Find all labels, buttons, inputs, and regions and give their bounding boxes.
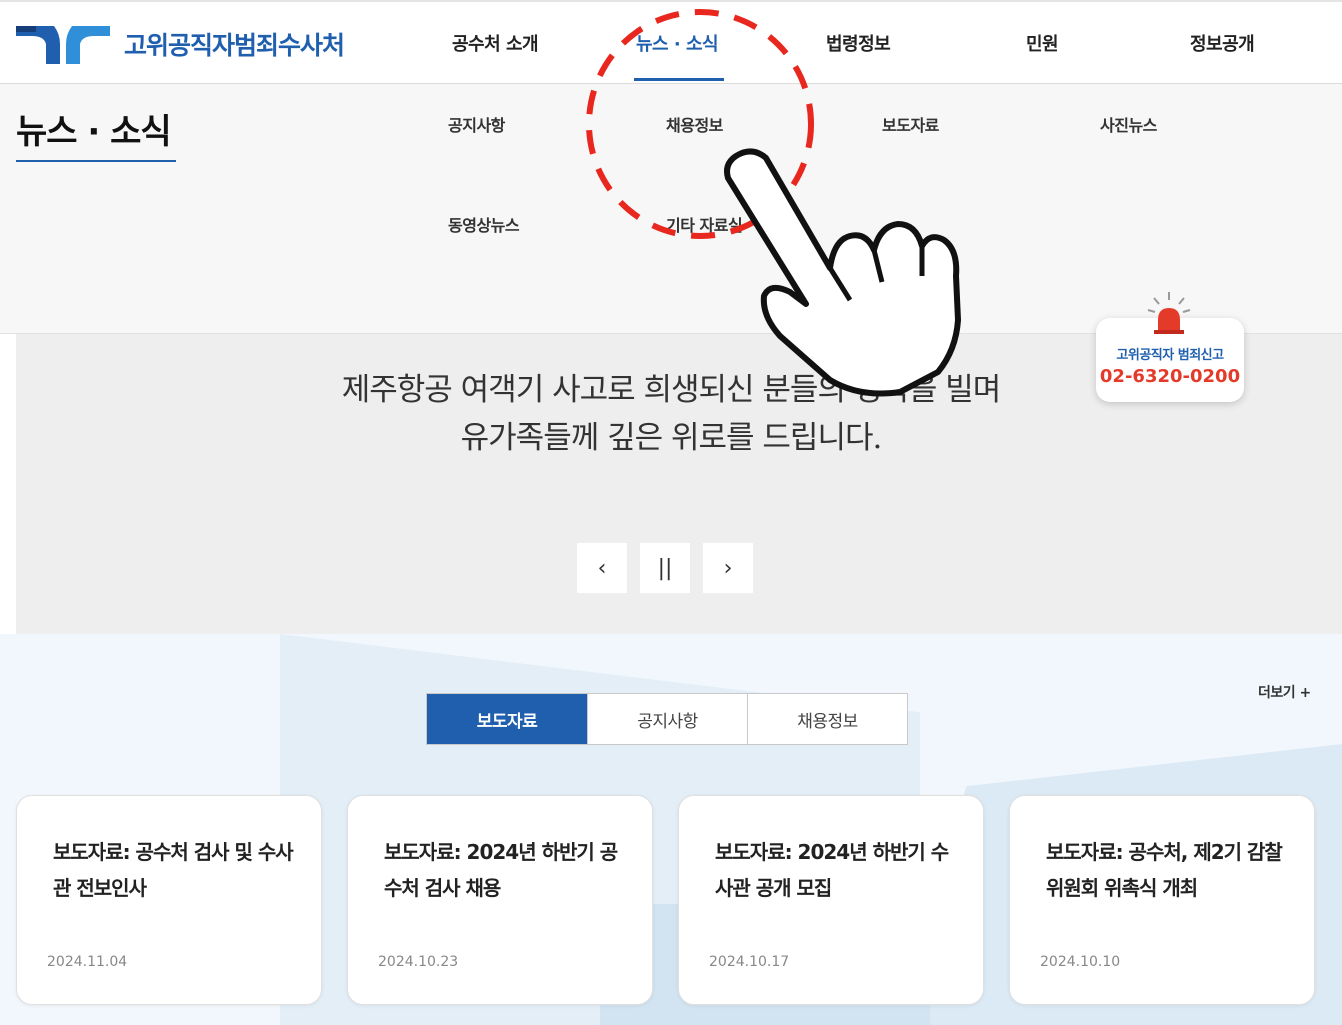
report-label: 고위공직자 범죄신고 xyxy=(1116,348,1224,363)
nav-civil[interactable]: 민원 xyxy=(1026,30,1059,56)
nav-disclosure[interactable]: 정보공개 xyxy=(1190,30,1255,56)
news-card[interactable]: 보도자료: 공수처 검사 및 수사관 전보인사 2024.11.04 xyxy=(16,795,322,1005)
nav-active-underline xyxy=(634,78,724,81)
submenu-item-photo[interactable]: 사진뉴스 xyxy=(1100,112,1157,136)
nav-law[interactable]: 법령정보 xyxy=(826,30,891,56)
news-card[interactable]: 보도자료: 2024년 하반기 수사관 공개 모집 2024.10.17 xyxy=(678,795,984,1005)
news-card[interactable]: 보도자료: 공수처, 제2기 감찰위원회 위촉식 개최 2024.10.10 xyxy=(1009,795,1315,1005)
news-card-title: 보도자료: 2024년 하반기 수사관 공개 모집 xyxy=(715,840,949,900)
site-logo[interactable]: 고위공직자범죄수사처 xyxy=(14,22,345,66)
cio-logo-icon xyxy=(16,26,110,64)
news-card-date: 2024.10.10 xyxy=(1040,954,1121,970)
news-card-title: 보도자료: 공수처, 제2기 감찰위원회 위촉식 개최 xyxy=(1046,840,1283,900)
submenu-item-press[interactable]: 보도자료 xyxy=(882,112,939,136)
submenu-title-underline xyxy=(16,160,176,162)
news-card-date: 2024.10.17 xyxy=(709,954,790,970)
submenu-item-recruit[interactable]: 채용정보 xyxy=(666,112,723,136)
submenu-item-notice[interactable]: 공지사항 xyxy=(448,112,505,136)
banner-next-button[interactable]: › xyxy=(703,543,753,593)
pause-icon: || xyxy=(657,555,673,581)
site-header: 고위공직자범죄수사처 공수처 소개 뉴스 · 소식 법령정보 민원 정보공개 xyxy=(0,0,1342,84)
chevron-left-icon: ‹ xyxy=(597,555,607,581)
siren-icon xyxy=(1147,292,1191,334)
nav-about[interactable]: 공수처 소개 xyxy=(452,30,539,56)
report-phone: 02-6320-0200 xyxy=(1099,366,1241,387)
banner-line-2: 유가족들께 깊은 위로를 드립니다. xyxy=(460,420,883,456)
submenu-item-video[interactable]: 동영상뉴스 xyxy=(448,212,520,236)
submenu-title: 뉴스 · 소식 xyxy=(16,112,172,152)
tab-notice[interactable]: 공지사항 xyxy=(587,694,747,744)
more-link[interactable]: 더보기 + xyxy=(1258,682,1311,702)
news-card-title: 보도자료: 2024년 하반기 공수처 검사 채용 xyxy=(384,840,618,900)
tab-recruit[interactable]: 채용정보 xyxy=(747,694,907,744)
submenu-item-archive[interactable]: 기타 자료실 xyxy=(666,212,743,236)
news-card-date: 2024.11.04 xyxy=(47,954,128,970)
news-card[interactable]: 보도자료: 2024년 하반기 공수처 검사 채용 2024.10.23 xyxy=(347,795,653,1005)
news-card-title: 보도자료: 공수처 검사 및 수사관 전보인사 xyxy=(53,840,294,900)
banner-prev-button[interactable]: ‹ xyxy=(577,543,627,593)
logo-text: 고위공직자범죄수사처 xyxy=(124,31,345,60)
tab-press[interactable]: 보도자료 xyxy=(427,694,587,744)
banner-pause-button[interactable]: || xyxy=(640,543,690,593)
board-tabs: 보도자료 공지사항 채용정보 xyxy=(426,693,908,745)
nav-news[interactable]: 뉴스 · 소식 xyxy=(636,30,719,56)
news-card-date: 2024.10.23 xyxy=(378,954,459,970)
chevron-right-icon: › xyxy=(723,555,733,581)
